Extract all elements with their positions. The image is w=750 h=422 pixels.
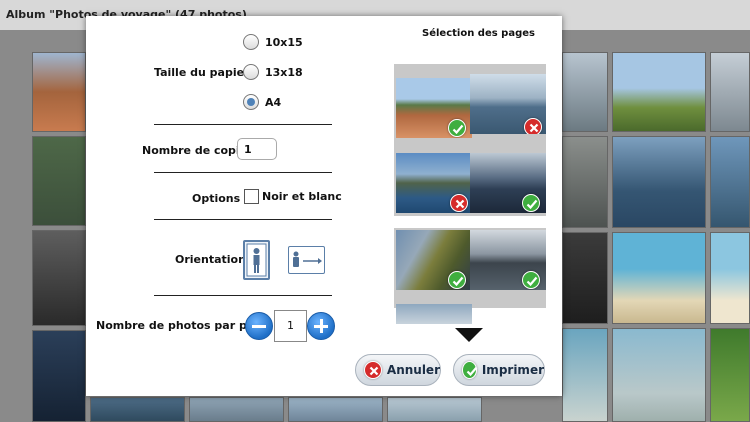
separator [154, 172, 332, 173]
radio-a4[interactable] [243, 94, 259, 110]
selected-check-icon[interactable] [522, 194, 540, 212]
copies-input[interactable] [237, 138, 277, 160]
paper-option-10x15[interactable]: 10x15 [243, 32, 303, 52]
options-label: Options [192, 192, 241, 205]
separator [154, 124, 332, 125]
paper-size-label: Taille du papier [154, 66, 250, 79]
portrait-person-icon [246, 243, 267, 277]
album-photo[interactable] [32, 230, 86, 326]
album-photo[interactable] [612, 328, 706, 422]
selected-check-icon[interactable] [448, 119, 466, 137]
album-photo[interactable] [612, 232, 706, 324]
decrement-button[interactable] [245, 312, 273, 340]
album-photo[interactable] [387, 397, 482, 422]
page-selection-title: Sélection des pages [422, 28, 535, 39]
album-photo[interactable] [288, 397, 383, 422]
orientation-landscape-button[interactable] [288, 246, 325, 274]
increment-button[interactable] [307, 312, 335, 340]
page-thumbnail[interactable] [396, 153, 472, 213]
separator [154, 219, 332, 220]
selected-check-icon[interactable] [448, 271, 466, 289]
album-photo[interactable] [562, 52, 608, 132]
page-thumbnail[interactable] [470, 74, 546, 134]
orientation-portrait-button[interactable] [243, 240, 270, 280]
print-button-label: Imprimer [481, 363, 544, 377]
album-photo[interactable] [32, 52, 86, 132]
album-photo[interactable] [710, 136, 750, 228]
radio-10x15[interactable] [243, 34, 259, 50]
excluded-x-icon[interactable] [450, 194, 468, 212]
plus-icon-vertical [320, 319, 323, 333]
album-photo[interactable] [90, 397, 185, 422]
cancel-button[interactable]: Annuler [355, 354, 441, 386]
album-photo[interactable] [710, 232, 750, 324]
page-thumbnail[interactable] [396, 78, 472, 138]
paper-option-label: 10x15 [265, 35, 303, 49]
album-photo[interactable] [612, 52, 706, 132]
selected-check-icon[interactable] [522, 271, 540, 289]
print-button[interactable]: Imprimer [453, 354, 545, 386]
album-photo[interactable] [562, 136, 608, 228]
page-thumbnail[interactable] [396, 304, 472, 324]
scroll-down-arrow-icon[interactable] [455, 328, 483, 342]
album-photo[interactable] [32, 136, 86, 226]
album-photo[interactable] [562, 328, 608, 422]
black-white-label: Noir et blanc [262, 190, 342, 203]
black-white-option[interactable]: Noir et blanc [244, 189, 342, 204]
print-check-icon [462, 361, 478, 379]
paper-option-13x18[interactable]: 13x18 [243, 62, 303, 82]
album-photo[interactable] [710, 328, 750, 422]
page-thumbnail[interactable] [396, 230, 472, 290]
black-white-checkbox[interactable] [244, 189, 259, 204]
album-photo[interactable] [189, 397, 284, 422]
page-thumbnail[interactable] [470, 230, 546, 290]
photos-per-page-label: Nombre de photos par page [96, 319, 270, 332]
minus-icon [252, 325, 266, 328]
cancel-x-icon [364, 361, 382, 379]
excluded-x-icon[interactable] [524, 118, 542, 134]
album-photo[interactable] [562, 232, 608, 324]
cancel-button-label: Annuler [386, 363, 440, 377]
paper-option-a4[interactable]: A4 [243, 92, 281, 112]
album-photo[interactable] [710, 52, 750, 132]
print-dialog: Taille du papier 10x15 13x18 A4 Nombre d… [86, 16, 562, 396]
landscape-person-icon [293, 251, 322, 267]
orientation-label: Orientation [175, 253, 246, 266]
page-selection-list[interactable] [394, 64, 546, 324]
photos-per-page-value[interactable]: 1 [274, 310, 307, 342]
separator [154, 295, 332, 296]
radio-13x18[interactable] [243, 64, 259, 80]
album-photo[interactable] [612, 136, 706, 228]
paper-option-label: A4 [265, 95, 282, 109]
album-photo[interactable] [32, 330, 86, 422]
paper-option-label: 13x18 [265, 65, 303, 79]
page-thumbnail[interactable] [470, 153, 546, 213]
